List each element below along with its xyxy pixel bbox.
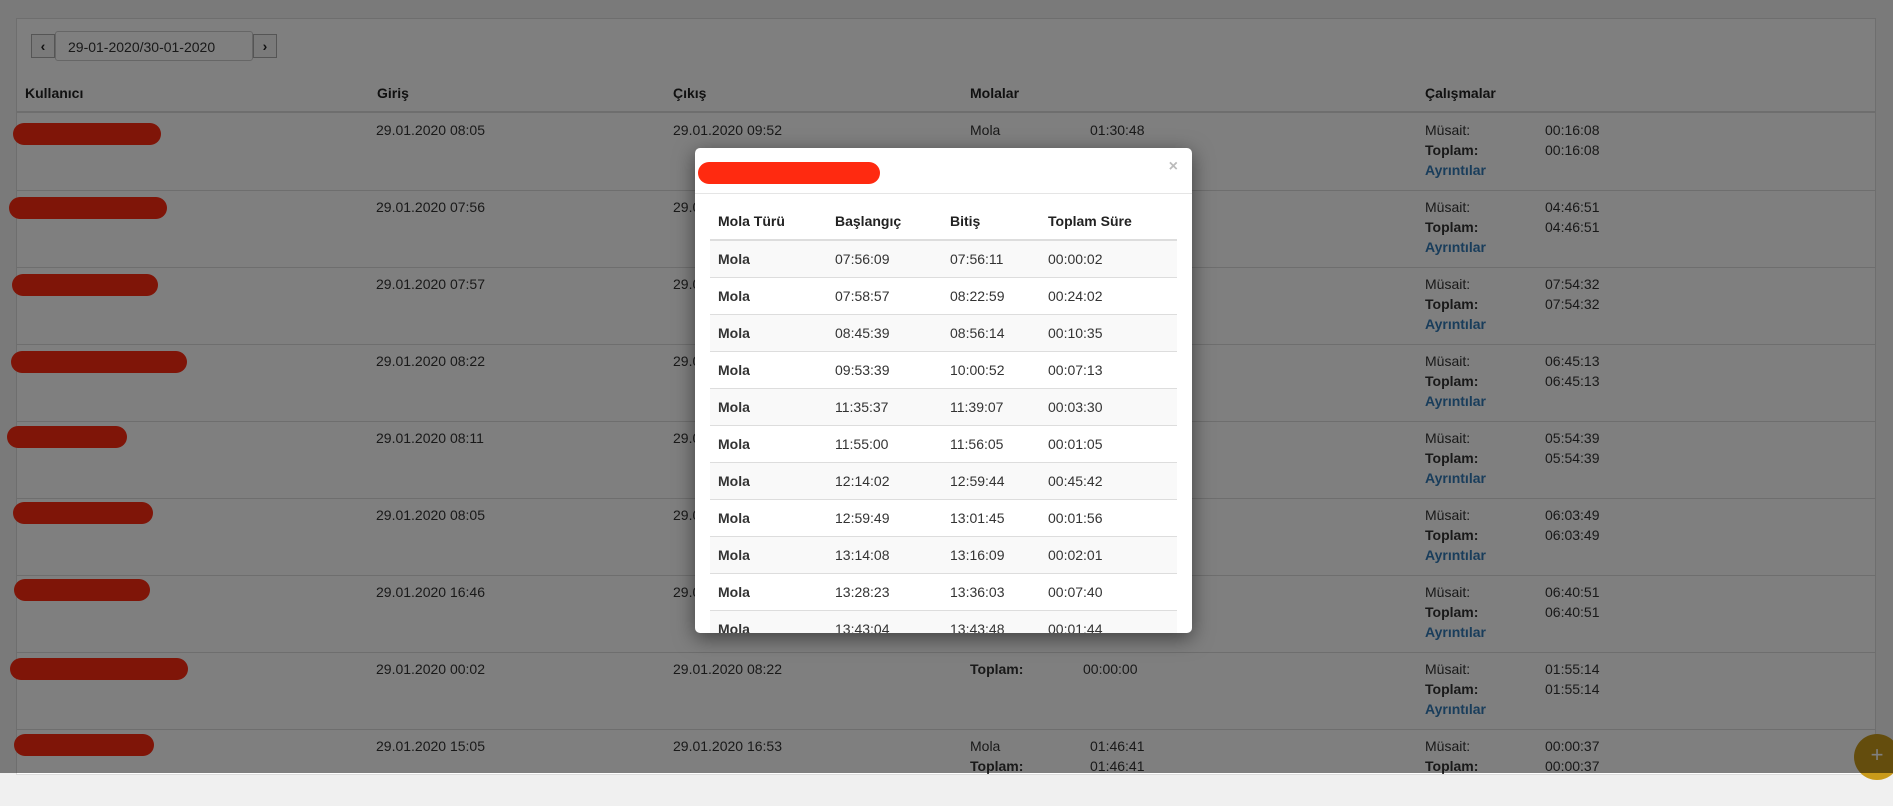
column-header-end: Bitiş: [950, 213, 981, 229]
break-end: 08:56:14: [950, 325, 1005, 341]
break-table-header: Mola Türü Başlangıç Bitiş Toplam Süre: [710, 203, 1177, 241]
break-row: Mola 08:45:39 08:56:14 00:10:35: [710, 315, 1177, 352]
break-type: Mola: [718, 547, 750, 563]
break-row: Mola 13:43:04 13:43:48 00:01:44: [710, 611, 1177, 633]
break-type: Mola: [718, 473, 750, 489]
break-total: 00:07:13: [1048, 362, 1103, 378]
break-start: 13:43:04: [835, 621, 890, 633]
close-icon[interactable]: ×: [1169, 158, 1178, 176]
break-row: Mola 09:53:39 10:00:52 00:07:13: [710, 352, 1177, 389]
break-end: 11:56:05: [950, 436, 1004, 452]
break-details-table: Mola Türü Başlangıç Bitiş Toplam Süre Mo…: [710, 203, 1177, 633]
break-type: Mola: [718, 399, 750, 415]
break-row: Mola 12:59:49 13:01:45 00:01:56: [710, 500, 1177, 537]
break-total: 00:01:44: [1048, 621, 1103, 633]
break-total: 00:01:05: [1048, 436, 1103, 452]
break-type: Mola: [718, 584, 750, 600]
break-type: Mola: [718, 325, 750, 341]
break-total: 00:24:02: [1048, 288, 1103, 304]
break-row: Mola 13:28:23 13:36:03 00:07:40: [710, 574, 1177, 611]
break-type: Mola: [718, 288, 750, 304]
break-row: Mola 13:14:08 13:16:09 00:02:01: [710, 537, 1177, 574]
break-end: 10:00:52: [950, 362, 1005, 378]
break-start: 11:35:37: [835, 399, 889, 415]
break-end: 13:01:45: [950, 510, 1005, 526]
break-start: 11:55:00: [835, 436, 889, 452]
redacted-modal-title: [698, 162, 880, 184]
break-end: 13:16:09: [950, 547, 1005, 563]
break-start: 07:58:57: [835, 288, 890, 304]
break-total: 00:07:40: [1048, 584, 1103, 600]
break-row: Mola 12:14:02 12:59:44 00:45:42: [710, 463, 1177, 500]
break-row: Mola 07:56:09 07:56:11 00:00:02: [710, 241, 1177, 278]
break-end: 13:43:48: [950, 621, 1005, 633]
break-end: 13:36:03: [950, 584, 1005, 600]
break-type: Mola: [718, 251, 750, 267]
column-header-start: Başlangıç: [835, 213, 902, 229]
break-start: 12:59:49: [835, 510, 890, 526]
break-end: 12:59:44: [950, 473, 1005, 489]
break-start: 07:56:09: [835, 251, 890, 267]
break-end: 07:56:11: [950, 251, 1004, 267]
break-start: 13:14:08: [835, 547, 890, 563]
break-start: 12:14:02: [835, 473, 890, 489]
column-header-total-duration: Toplam Süre: [1048, 213, 1132, 229]
break-start: 08:45:39: [835, 325, 890, 341]
break-end: 11:39:07: [950, 399, 1004, 415]
break-start: 09:53:39: [835, 362, 890, 378]
break-total: 00:03:30: [1048, 399, 1103, 415]
break-type: Mola: [718, 362, 750, 378]
break-details-modal: × Mola Türü Başlangıç Bitiş Toplam Süre …: [695, 148, 1192, 633]
break-row: Mola 11:35:37 11:39:07 00:03:30: [710, 389, 1177, 426]
break-total: 00:01:56: [1048, 510, 1103, 526]
break-start: 13:28:23: [835, 584, 890, 600]
break-total: 00:45:42: [1048, 473, 1103, 489]
break-total: 00:10:35: [1048, 325, 1103, 341]
break-type: Mola: [718, 621, 750, 633]
break-row: Mola 07:58:57 08:22:59 00:24:02: [710, 278, 1177, 315]
column-header-break-type: Mola Türü: [718, 213, 785, 229]
break-type: Mola: [718, 436, 750, 452]
break-row: Mola 11:55:00 11:56:05 00:01:05: [710, 426, 1177, 463]
break-end: 08:22:59: [950, 288, 1005, 304]
break-total: 00:00:02: [1048, 251, 1103, 267]
break-total: 00:02:01: [1048, 547, 1103, 563]
break-type: Mola: [718, 510, 750, 526]
modal-header: ×: [695, 148, 1192, 194]
